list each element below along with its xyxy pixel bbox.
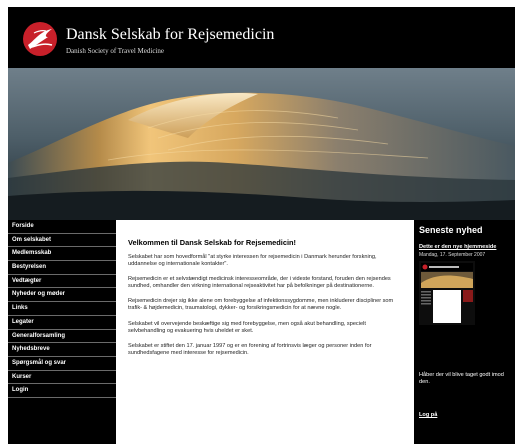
nav-item-login[interactable]: Login (8, 384, 116, 398)
content-paragraph: Selskabet er stiftet den 17. januar 1997… (128, 342, 372, 356)
content-paragraph: Selskabet vil overvejende beskæftige sig… (128, 320, 366, 334)
nav-item-generalforsamling[interactable]: Generalforsamling (8, 330, 116, 344)
main-navigation: Forside Om selskabet Medlemsskab Bestyre… (8, 220, 116, 398)
nav-item-spoergsmaal-og-svar[interactable]: Spørgsmål og svar (8, 357, 116, 371)
red-bird-logo-icon[interactable] (22, 21, 58, 57)
login-link[interactable]: Log på (419, 412, 437, 418)
news-date: Mandag, 17. September 2007 (419, 252, 486, 258)
content-paragraph: Rejsemedicin drejer sig ikke alene om fo… (128, 298, 394, 312)
welcome-heading: Velkommen til Dansk Selskab for Rejsemed… (128, 238, 296, 247)
site-title: Dansk Selskab for Rejsemedicin (66, 26, 275, 43)
nav-item-nyheder-og-moeder[interactable]: Nyheder og møder (8, 288, 116, 303)
main-content: Velkommen til Dansk Selskab for Rejsemed… (116, 220, 414, 444)
nav-item-vedtaegter[interactable]: Vedtægter (8, 275, 116, 289)
news-article-link[interactable]: Dette er den nye hjemmeside (419, 244, 496, 250)
ocean-wave-image (8, 68, 515, 220)
website-screenshot-thumbnail (419, 261, 475, 325)
content-paragraph: Rejsemedicin er et selvstændigt medicins… (128, 276, 391, 290)
news-heading: Seneste nyhed (419, 225, 483, 235)
site-subtitle: Danish Society of Travel Medicine (66, 47, 164, 55)
news-summary: Håber der vil blive taget godt imod den. (419, 372, 504, 385)
nav-item-medlemsskab[interactable]: Medlemsskab (8, 247, 116, 262)
nav-item-om-selskabet[interactable]: Om selskabet (8, 234, 116, 248)
ocean-wave-banner (8, 68, 515, 220)
content-paragraph: Selskabet har som hovedformål "at styrke… (128, 254, 377, 268)
nav-item-links[interactable]: Links (8, 302, 116, 316)
latest-news-panel: Seneste nyhed Dette er den nye hjemmesid… (414, 220, 515, 444)
nav-item-kurser[interactable]: Kurser (8, 371, 116, 385)
nav-item-legater[interactable]: Legater (8, 316, 116, 330)
nav-item-forside[interactable]: Forside (8, 220, 116, 234)
nav-item-bestyrelsen[interactable]: Bestyrelsen (8, 261, 116, 275)
page: Dansk Selskab for Rejsemedicin Danish So… (8, 7, 515, 444)
site-header: Dansk Selskab for Rejsemedicin Danish So… (8, 7, 515, 68)
nav-item-nyhedsbreve[interactable]: Nyhedsbreve (8, 343, 116, 357)
